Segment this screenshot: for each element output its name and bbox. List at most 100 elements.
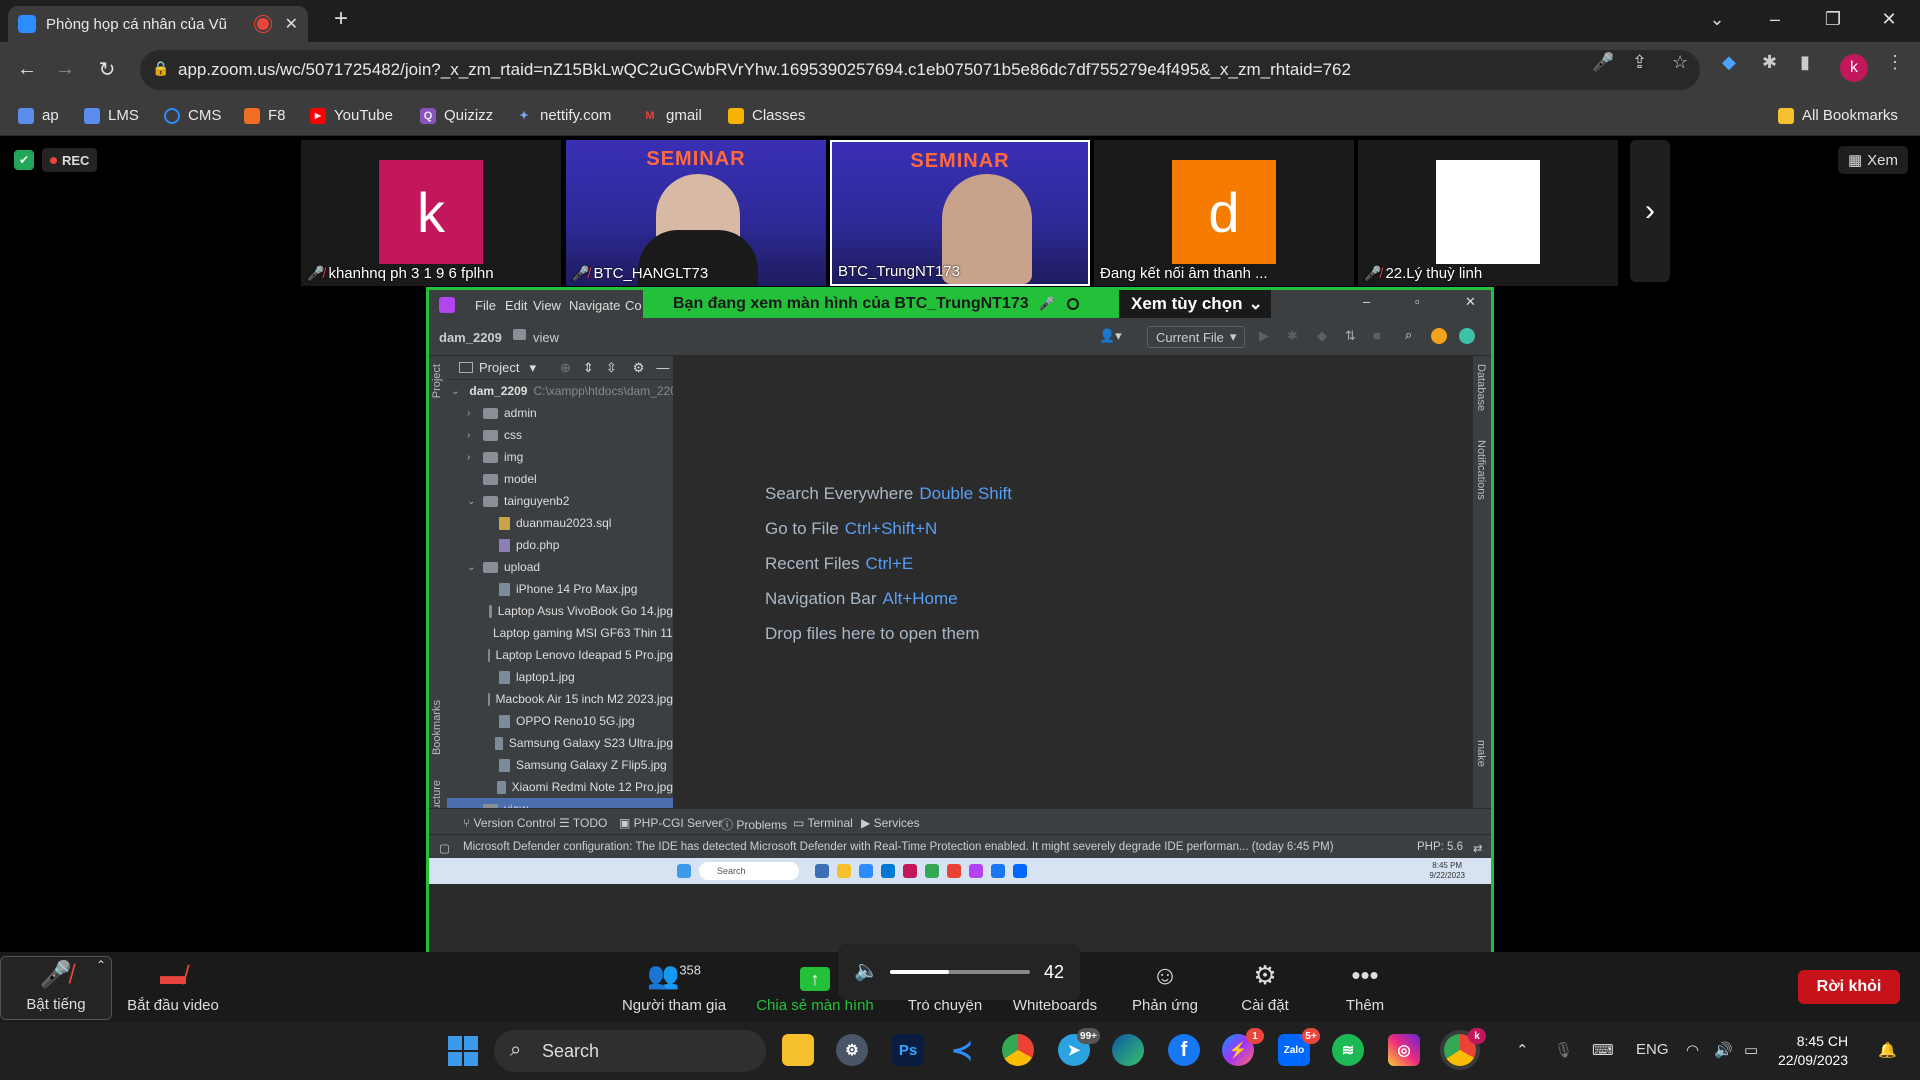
minimize-window-button[interactable]: – (1752, 0, 1798, 38)
tree-folder[interactable]: model (447, 468, 673, 490)
tree-folder[interactable]: › img (447, 446, 673, 468)
notification-bell-icon[interactable]: 🔔 (1878, 1041, 1897, 1059)
bookmark-youtube[interactable]: ▶ YouTube (310, 107, 393, 124)
user-icon[interactable]: 👤▾ (1099, 328, 1122, 344)
file-explorer-icon[interactable] (782, 1034, 814, 1066)
photoshop-icon[interactable]: Ps (892, 1034, 924, 1066)
tab-version-control[interactable]: ⑂ Version Control (463, 816, 556, 830)
edge-icon[interactable] (1112, 1034, 1144, 1066)
status-message[interactable]: Microsoft Defender configuration: The ID… (463, 841, 1334, 853)
profile-run-icon[interactable]: ⇅ (1345, 328, 1356, 344)
bookmark-gmail[interactable]: Mgmail (642, 107, 701, 124)
next-participants-button[interactable]: › (1630, 140, 1670, 282)
status-notification-icon[interactable]: ⇄ (1473, 841, 1483, 855)
tab-close-icon[interactable]: ✕ (285, 14, 298, 34)
browser-tab-active[interactable]: Phòng họp cá nhân của Vũ ✕ (8, 6, 308, 42)
tree-folder[interactable]: › css (447, 424, 673, 446)
tab-php-cgi-server[interactable]: ▣ PHP-CGI Server (619, 816, 722, 830)
bookmark-ap[interactable]: ap (18, 107, 59, 124)
tree-file[interactable]: Macbook Air 15 inch M2 2023.jpg (447, 688, 673, 710)
update-icon[interactable] (1431, 328, 1447, 344)
telegram-icon[interactable]: ➤ 99+ (1058, 1028, 1100, 1066)
instagram-icon[interactable]: ◎ (1388, 1034, 1420, 1066)
tree-root[interactable]: ⌄ dam_2209 C:\xampp\htdocs\dam_2209 (447, 380, 673, 402)
ide-maximize-button[interactable]: ▫ (1415, 294, 1420, 309)
search-icon[interactable]: ⌕ (1405, 327, 1412, 343)
menu-file[interactable]: File (475, 298, 496, 313)
tree-folder[interactable]: › admin (447, 402, 673, 424)
all-bookmarks-button[interactable]: All Bookmarks (1778, 107, 1898, 124)
taskbar-search-box[interactable]: ⌕ Search (494, 1030, 766, 1072)
project-view-select[interactable]: Project (479, 360, 519, 375)
audio-options-chevron-icon[interactable]: ⌃ (96, 952, 106, 972)
participant-tile[interactable]: SEMINAR 🎤̸ BTC_HANGLT73 (566, 140, 826, 286)
view-layout-button[interactable]: ▦ Xem (1838, 146, 1908, 174)
side-panel-icon[interactable]: ▮ (1800, 52, 1810, 73)
hide-panel-icon[interactable]: — (656, 360, 669, 375)
bookmark-cms[interactable]: CMS (164, 107, 221, 124)
dropdown-arrow-icon[interactable]: ▾ (529, 360, 536, 376)
tree-file[interactable]: Samsung Galaxy S23 Ultra.jpg (447, 732, 673, 754)
forward-button[interactable]: → (50, 54, 80, 84)
tree-file[interactable]: duanmau2023.sql (447, 512, 673, 534)
view-options-button[interactable]: Xem tùy chọn ⌄ (1119, 290, 1271, 318)
bookmark-lms[interactable]: LMS (84, 107, 139, 124)
tree-file[interactable]: laptop1.jpg (447, 666, 673, 688)
tray-mic-icon[interactable]: 🎙 (1554, 1041, 1573, 1059)
menu-navigate[interactable]: Navigate (569, 298, 620, 313)
tree-file[interactable]: Laptop gaming MSI GF63 Thin 11SC (447, 622, 673, 644)
project-tool-tab[interactable]: Project (431, 364, 443, 398)
vscode-icon[interactable]: ≺ (946, 1034, 978, 1066)
participant-tile[interactable]: k 🎤̸ khanhnq ph 3 1 9 6 fplhn (301, 140, 561, 286)
participants-button[interactable]: 👥358 Người tham gia (614, 956, 734, 1020)
taskbar-clock[interactable]: 8:45 CH 22/09/2023 (1778, 1032, 1848, 1070)
bookmark-f8[interactable]: F8 (244, 107, 286, 124)
participant-tile[interactable]: 🎤̸ 22.Lý thuỳ linh (1358, 140, 1618, 286)
tab-search-chevron-icon[interactable]: ⌄ (1694, 0, 1740, 38)
make-tool-tab[interactable]: make (1475, 740, 1487, 767)
security-shield-icon[interactable]: ✔ (14, 150, 34, 170)
breadcrumb-project[interactable]: dam_2209 (439, 330, 502, 345)
bookmark-quizizz[interactable]: Q Quizizz (420, 107, 493, 124)
spotify-icon[interactable]: ≋ (1332, 1034, 1364, 1066)
chrome-profile-icon[interactable]: k (1444, 1028, 1486, 1066)
reload-button[interactable]: ↻ (92, 54, 122, 84)
microphone-icon[interactable]: 🎤 (1592, 52, 1614, 73)
address-bar[interactable]: 🔒 app.zoom.us/wc/5071725482/join?_x_zm_r… (140, 50, 1700, 90)
reactions-button[interactable]: ☺ Phản ứng (1118, 956, 1212, 1020)
jetbrains-ai-icon[interactable] (1459, 328, 1475, 344)
debug-icon[interactable]: ✱ (1287, 328, 1298, 344)
run-config-select[interactable]: Current File ▾ (1147, 326, 1246, 348)
battery-icon[interactable]: ▭ (1744, 1041, 1758, 1059)
leave-meeting-button[interactable]: Rời khỏi (1798, 970, 1900, 1004)
notifications-tool-tab[interactable]: Notifications (1475, 440, 1487, 500)
tree-folder[interactable]: ⌄view (447, 798, 673, 808)
volume-slider[interactable] (890, 970, 1030, 974)
bookmarks-tool-tab[interactable]: Bookmarks (431, 700, 443, 755)
tree-file[interactable]: OPPO Reno10 5G.jpg (447, 710, 673, 732)
wifi-icon[interactable]: ◠ (1686, 1041, 1699, 1059)
ide-close-button[interactable]: ✕ (1465, 294, 1476, 310)
tree-file[interactable]: pdo.php (447, 534, 673, 556)
extension-icon[interactable]: ◆ (1722, 52, 1736, 73)
tree-file[interactable]: iPhone 14 Pro Max.jpg (447, 578, 673, 600)
tray-overflow-icon[interactable]: ⌃ (1516, 1041, 1529, 1059)
facebook-icon[interactable]: f (1168, 1034, 1200, 1066)
tree-file[interactable]: Xiaomi Redmi Note 12 Pro.jpg (447, 776, 673, 798)
menu-edit[interactable]: Edit (505, 298, 527, 313)
tree-file[interactable]: Laptop Lenovo Ideapad 5 Pro.jpg (447, 644, 673, 666)
coverage-icon[interactable]: ◆ (1317, 328, 1327, 344)
chrome-icon[interactable] (1002, 1034, 1034, 1066)
start-video-button[interactable]: ▬̸ Bắt đầu video (120, 956, 226, 1020)
run-icon[interactable]: ▶ (1259, 328, 1269, 344)
bookmark-nettify[interactable]: ✦ nettify.com (516, 107, 611, 124)
extensions-puzzle-icon[interactable]: ✱ (1762, 52, 1777, 73)
tab-todo[interactable]: ☰ TODO (559, 816, 607, 830)
menu-view[interactable]: View (533, 298, 561, 313)
breadcrumb-folder[interactable]: view (533, 330, 559, 345)
ide-minimize-button[interactable]: – (1363, 294, 1370, 309)
status-window-icon[interactable]: ▢ (439, 841, 450, 855)
bookmark-star-icon[interactable]: ☆ (1672, 52, 1688, 73)
tab-services[interactable]: ▶ Services (861, 816, 920, 830)
back-button[interactable]: ← (12, 54, 42, 84)
